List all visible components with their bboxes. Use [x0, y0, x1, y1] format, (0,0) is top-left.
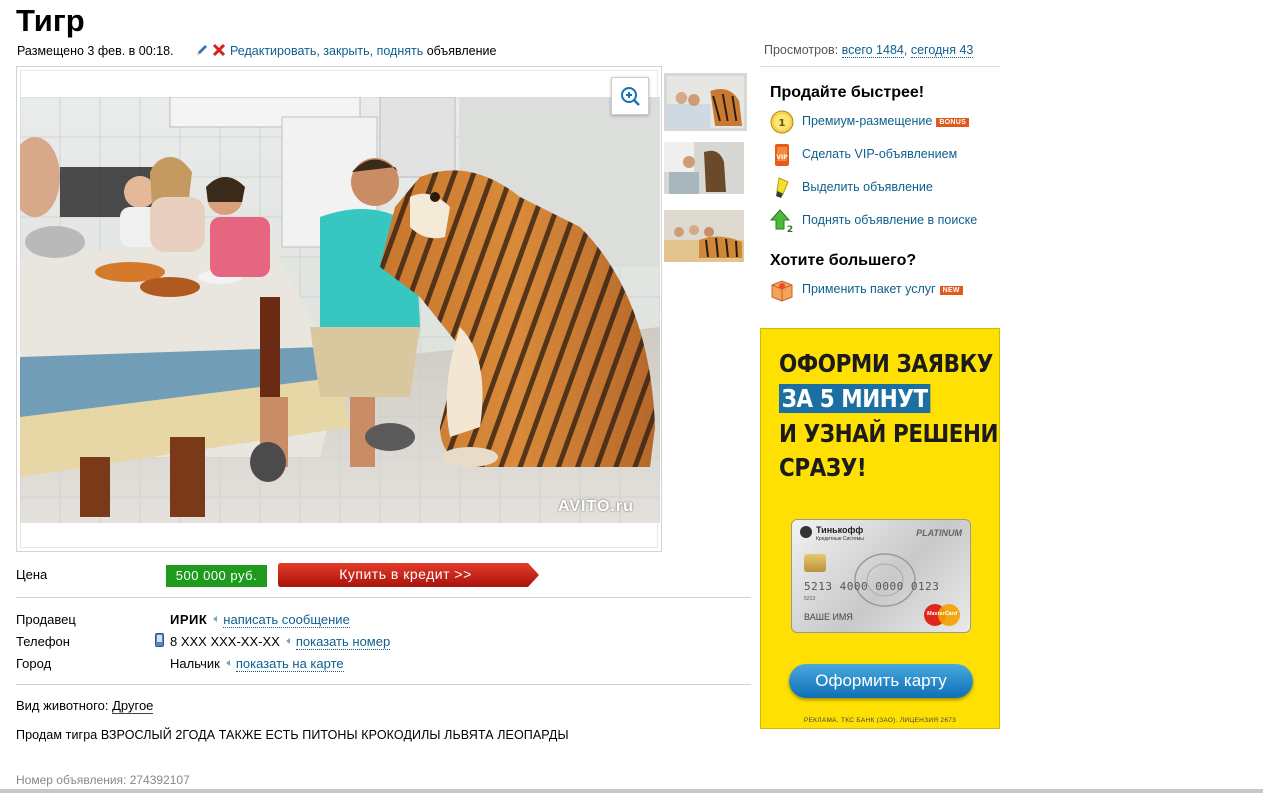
card-holder: ВАШЕ ИМЯ — [804, 612, 853, 622]
bank-logo-icon — [800, 526, 812, 538]
views-today-link[interactable]: сегодня 43 — [910, 43, 974, 58]
bank-banner-ad[interactable]: ОФОРМИ ЗАЯВКУ ЗА 5 МИНУТ И УЗНАЙ РЕШЕНИЕ… — [760, 328, 1000, 729]
description: Продам тигра ВЗРОСЛЫЙ 2ГОДА ТАКЖЕ ЕСТЬ П… — [16, 728, 569, 742]
svg-text:2: 2 — [787, 225, 793, 233]
banner-line-1: ОФОРМИ ЗАЯВКУ — [779, 349, 993, 378]
divider — [760, 66, 1000, 67]
card-bank-name: Тинькофф — [816, 525, 864, 535]
city-value: Нальчик — [170, 656, 220, 671]
zoom-button[interactable] — [611, 77, 649, 115]
highlight-link[interactable]: Выделить объявление — [802, 180, 933, 194]
seller-row: ИРИК написать сообщение — [170, 612, 350, 628]
triangle-left-icon — [285, 638, 290, 644]
zoom-in-icon — [621, 87, 640, 106]
promo-heading-sell-faster: Продайте быстрее! — [770, 84, 925, 101]
banner-line-2: ЗА 5 МИНУТ — [779, 384, 931, 413]
close-icon[interactable] — [212, 43, 226, 57]
card-small-number: 5213 — [804, 596, 816, 602]
mastercard-logo: MasterCard — [924, 604, 960, 626]
credit-button-label: Купить в кредит >> — [339, 566, 472, 582]
seller-name: ИРИК — [170, 612, 208, 627]
chip-icon — [804, 554, 826, 572]
main-photo[interactable] — [20, 97, 660, 523]
photo-thumbnail[interactable] — [664, 210, 744, 262]
city-label: Город — [16, 656, 52, 671]
animal-type: Вид животного: Другое — [16, 698, 154, 714]
credit-card-image: Тинькофф Кредитные Системы PLATINUM 5213… — [791, 519, 971, 633]
highlighter-icon — [776, 177, 789, 198]
edit-suffix: объявление — [426, 44, 497, 58]
banner-line-3: И УЗНАЙ РЕШЕНИЕ — [779, 419, 1000, 448]
posted-line: Размещено 3 фев. в 00:18. Редактировать,… — [17, 43, 496, 58]
phone-icon — [155, 633, 164, 647]
ad-number: Номер объявления: 274392107 — [16, 773, 190, 787]
card-number: 5213 4000 0000 0123 — [804, 580, 940, 593]
bonus-badge: BONUS — [936, 118, 970, 127]
card-bank-sub: Кредитные Системы — [816, 536, 864, 542]
phone-row: 8 XXX XXX-XX-XX показать номер — [170, 634, 391, 650]
views-counter: Просмотров: всего 1484, сегодня 43 — [764, 43, 974, 58]
new-badge: NEW — [939, 286, 963, 295]
card-tier: PLATINUM — [916, 528, 962, 538]
up-arrow-icon: 2 — [770, 209, 793, 233]
photo-thumbnail[interactable] — [664, 142, 744, 194]
pencil-icon[interactable] — [195, 43, 209, 57]
triangle-left-icon — [213, 616, 218, 622]
watermark: AVITO.ru — [558, 498, 634, 515]
divider — [16, 684, 751, 685]
package-link[interactable]: Применить пакет услуг — [802, 282, 936, 296]
views-total-link[interactable]: всего 1484 — [841, 43, 904, 58]
package-icon — [771, 280, 793, 302]
photo-thumbnail[interactable] — [664, 73, 747, 131]
premium-placement-link[interactable]: Премиум-размещение — [802, 114, 932, 128]
animal-type-link[interactable]: Другое — [112, 698, 154, 714]
seller-label: Продавец — [16, 612, 76, 627]
price-value: 500 000 руб. — [166, 565, 267, 587]
banner-highlight: ЗА 5 МИНУТ — [779, 384, 931, 413]
vip-icon: VIP — [775, 144, 789, 166]
page-title: Тигр — [16, 3, 85, 38]
city-row: Нальчик показать на карте — [170, 656, 344, 672]
buy-on-credit-button[interactable]: Купить в кредит >> — [278, 563, 540, 587]
banner-line-4: СРАЗУ! — [779, 453, 867, 482]
price-label: Цена — [16, 567, 48, 582]
views-sep: , — [903, 43, 908, 57]
divider — [16, 597, 751, 598]
svg-text:VIP: VIP — [776, 154, 788, 161]
svg-text:1: 1 — [779, 118, 786, 129]
vip-link[interactable]: Сделать VIP-объявлением — [802, 147, 957, 161]
coin-icon: 1 — [770, 110, 794, 134]
triangle-left-icon — [225, 660, 230, 666]
edit-close-raise-link[interactable]: Редактировать, закрыть, поднять — [230, 44, 423, 58]
promo-heading-want-more: Хотите большего? — [770, 252, 917, 269]
phone-value: 8 XXX XXX-XX-XX — [170, 634, 280, 649]
card-brand: MasterCard — [926, 611, 958, 617]
banner-disclaimer: РЕКЛАМА. ТКС БАНК (ЗАО). ЛИЦЕНЗИЯ 2673 — [803, 717, 957, 724]
show-phone-link[interactable]: показать номер — [295, 634, 391, 650]
posted-date: Размещено 3 фев. в 00:18. — [17, 44, 174, 58]
views-label: Просмотров: — [764, 43, 839, 57]
animal-type-label: Вид животного: — [16, 698, 109, 713]
horizontal-scrollbar[interactable] — [0, 789, 1263, 793]
phone-label: Телефон — [16, 634, 70, 649]
show-on-map-link[interactable]: показать на карте — [235, 656, 344, 672]
apply-card-button[interactable]: Оформить карту — [789, 664, 973, 698]
raise-in-search-link[interactable]: Поднять объявление в поиске — [802, 213, 977, 227]
write-message-link[interactable]: написать сообщение — [223, 612, 350, 628]
